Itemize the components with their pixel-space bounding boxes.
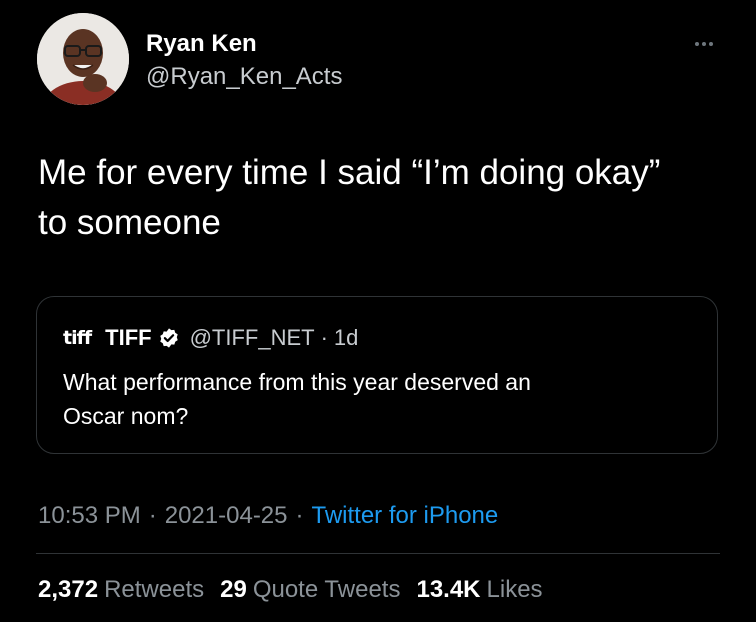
quoted-avatar-logo: tiff	[63, 327, 92, 349]
more-dot	[709, 42, 713, 46]
author-handle[interactable]: @Ryan_Ken_Acts	[146, 63, 342, 91]
quoted-text-line: Oscar nom?	[63, 403, 189, 429]
quote-tweets-label: Quote Tweets	[252, 576, 401, 603]
tweet-source-link[interactable]: Twitter for iPhone	[312, 502, 499, 530]
quoted-handle[interactable]: @TIFF_NET	[190, 325, 315, 351]
quoted-separator: ·	[320, 325, 328, 350]
tweet-time[interactable]: 10:53 PM	[38, 502, 141, 530]
author-display-name[interactable]: Ryan Ken	[146, 30, 257, 58]
likes-stat[interactable]: 13.4K Likes	[416, 576, 542, 604]
tweet-meta: 10:53 PM · 2021-04-25 · Twitter for iPho…	[38, 502, 498, 530]
quoted-tweet-card[interactable]: tiff TIFF @TIFF_NET · 1d What performanc…	[36, 296, 718, 454]
tweet-stats: 2,372 Retweets 29 Quote Tweets 13.4K Likes	[38, 576, 559, 604]
more-horizontal-icon[interactable]	[688, 34, 720, 54]
meta-separator: ·	[148, 502, 157, 529]
author-avatar[interactable]	[37, 13, 129, 105]
tweet-date[interactable]: 2021-04-25	[165, 502, 288, 530]
quoted-tweet-text: What performance from this year deserved…	[63, 365, 683, 433]
likes-label: Likes	[486, 576, 543, 603]
divider	[36, 553, 720, 554]
meta-separator: ·	[295, 502, 304, 529]
quoted-text-line: What performance from this year deserved…	[63, 369, 531, 395]
retweets-stat[interactable]: 2,372 Retweets	[38, 576, 204, 604]
retweets-label: Retweets	[104, 576, 205, 603]
more-dot	[695, 42, 699, 46]
quoted-timestamp[interactable]: 1d	[334, 325, 358, 351]
quote-tweets-count: 29	[220, 576, 247, 603]
avatar-photo	[37, 13, 129, 105]
verified-badge-icon	[159, 328, 178, 348]
quoted-tweet-header: tiff TIFF @TIFF_NET · 1d	[63, 325, 358, 351]
more-dot	[702, 42, 706, 46]
tweet-text: Me for every time I said “I’m doing okay…	[38, 148, 728, 248]
quoted-display-name[interactable]: TIFF	[105, 325, 151, 351]
retweets-count: 2,372	[38, 576, 99, 603]
likes-count: 13.4K	[416, 576, 481, 603]
tweet-text-line: Me for every time I said “I’m doing okay…	[38, 153, 661, 192]
quote-tweets-stat[interactable]: 29 Quote Tweets	[220, 576, 400, 604]
tweet-text-line: to someone	[38, 203, 221, 242]
